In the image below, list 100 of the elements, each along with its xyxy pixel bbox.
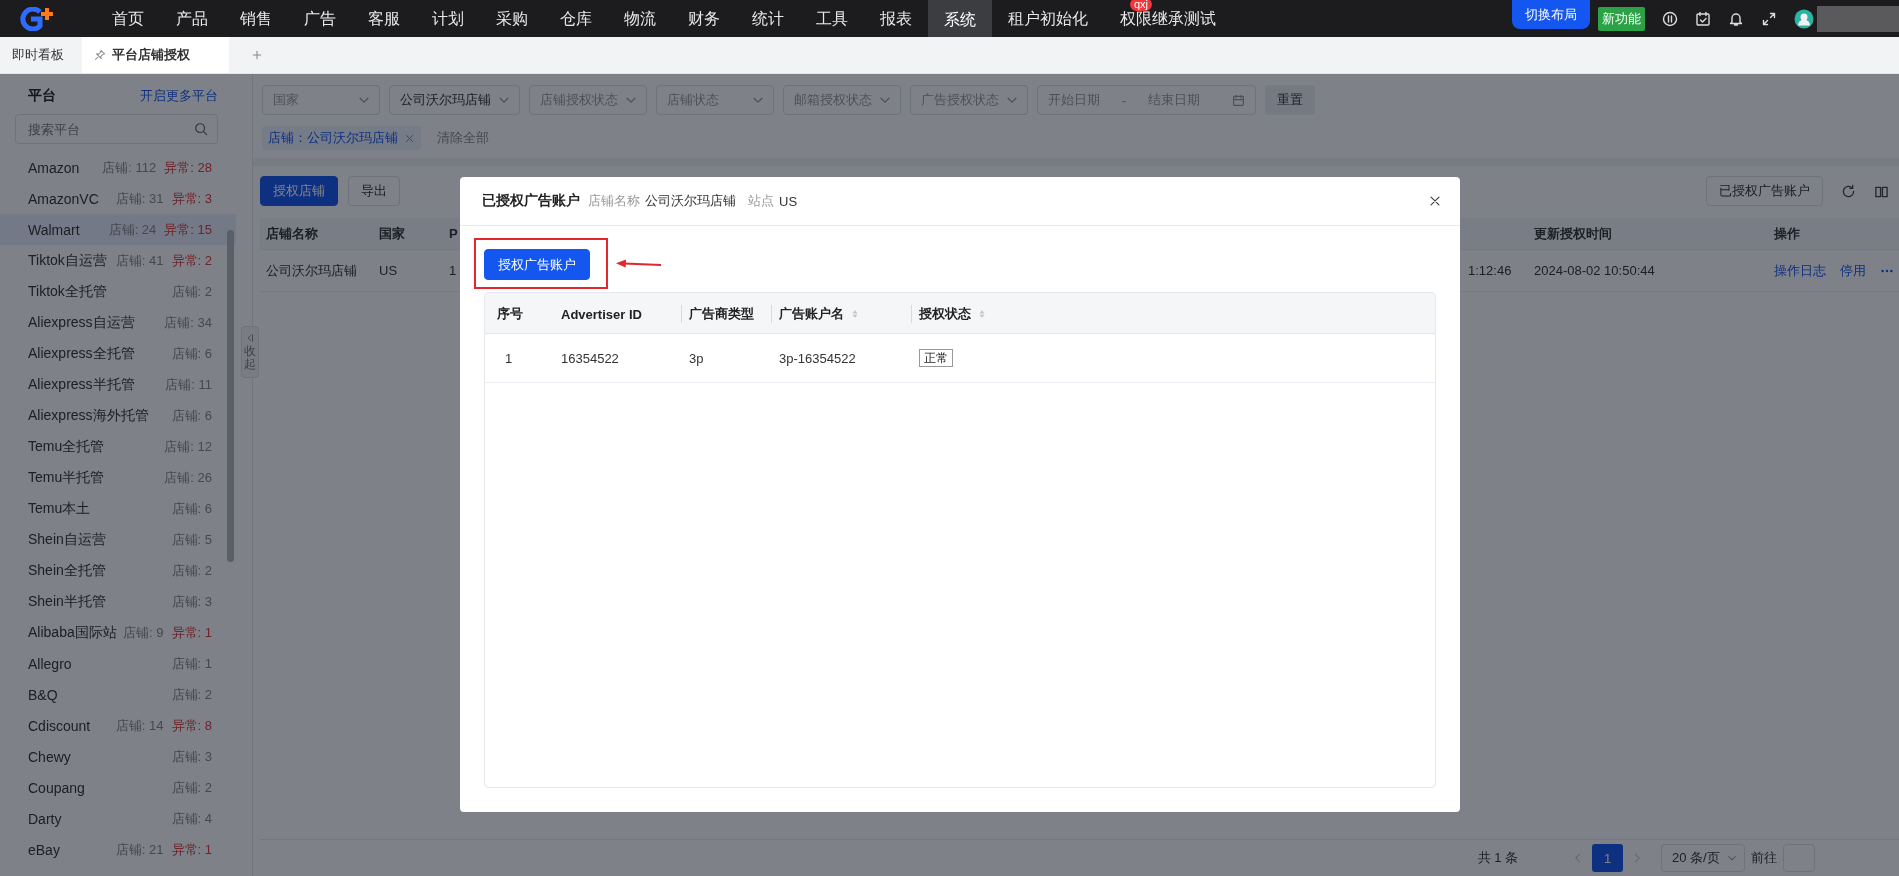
- goto-label: 前往: [1751, 849, 1777, 867]
- column-header: 国家: [379, 224, 405, 243]
- nav-menu-item[interactable]: 权限继承测试: [1104, 9, 1232, 28]
- table-cell: 公司沃尔玛店铺: [266, 261, 357, 280]
- close-icon[interactable]: [1428, 194, 1442, 208]
- export-button[interactable]: 导出: [348, 176, 400, 206]
- platform-name: Shein自运营: [28, 530, 106, 549]
- date-separator: -: [1122, 92, 1127, 108]
- platform-name: Aliexpress全托管: [28, 344, 135, 363]
- nav-menu-item[interactable]: 租户初始化: [992, 9, 1104, 28]
- plus-icon[interactable]: [251, 49, 263, 61]
- collapse-icon: [245, 333, 255, 343]
- platform-name: Temu半托管: [28, 468, 105, 487]
- page-tab[interactable]: 平台店铺授权: [82, 37, 229, 73]
- pin-icon[interactable]: [94, 49, 106, 61]
- column-header: 店铺名称: [266, 224, 318, 243]
- site-label: 站点: [748, 192, 774, 210]
- nav-menu-item[interactable]: 销售: [224, 9, 288, 28]
- table-cell: 1:12:46: [1468, 263, 1512, 278]
- total-count: 共 1 条: [1477, 849, 1518, 867]
- platform-name: Darty: [28, 810, 62, 827]
- logo-icon[interactable]: [18, 6, 56, 31]
- page-tab[interactable]: 即时看板: [0, 37, 76, 73]
- table-cell: 16354522: [561, 350, 619, 366]
- table-cell: 2024-08-02 10:50:44: [1534, 263, 1655, 278]
- nav-menu-item[interactable]: 统计: [736, 9, 800, 28]
- nav-menu-item[interactable]: 客服: [352, 9, 416, 28]
- column-header: Advertiser ID: [561, 306, 642, 322]
- reset-button[interactable]: 重置: [1265, 85, 1315, 115]
- column-header: 操作: [1774, 224, 1800, 243]
- column-header: 序号: [497, 305, 523, 323]
- nav-menu-item[interactable]: 物流: [608, 9, 672, 28]
- switch-layout-button[interactable]: 切换布局: [1512, 0, 1590, 29]
- enable-more-platforms-link[interactable]: 开启更多平台: [140, 87, 218, 105]
- new-feature-button[interactable]: 新功能: [1598, 6, 1645, 31]
- table-cell: 1: [449, 263, 457, 278]
- abnormal-count: 异常: 28: [164, 158, 212, 177]
- platform-name: Allegro: [28, 655, 72, 672]
- filter-tag-label: 店铺：公司沃尔玛店铺: [268, 129, 398, 147]
- calendar-icon: [1232, 93, 1245, 107]
- nav-menu-item[interactable]: 仓库: [544, 9, 608, 28]
- calendar-check-icon[interactable]: [1695, 10, 1711, 27]
- scrollbar-thumb[interactable]: [227, 230, 234, 562]
- platform-name: Tiktok全托管: [28, 282, 107, 301]
- status-tag: 正常: [919, 349, 953, 367]
- search-field[interactable]: 搜索平台: [15, 114, 218, 144]
- platform-name: Shein半托管: [28, 592, 106, 611]
- store-name: 公司沃尔玛店铺: [645, 192, 736, 210]
- nav-menu-item[interactable]: 采购: [480, 9, 544, 28]
- column-header: 授权状态: [919, 305, 971, 323]
- bell-icon[interactable]: [1728, 10, 1744, 27]
- nav-menu-item[interactable]: 产品: [160, 9, 224, 28]
- platform-name: Shein全托管: [28, 561, 106, 580]
- authorize-ad-account-button[interactable]: 授权广告账户: [484, 249, 590, 280]
- platform-name: Temu本土: [28, 499, 91, 518]
- avatar-icon[interactable]: [1794, 8, 1814, 29]
- platform-name: eBay: [28, 841, 60, 858]
- user-badge: qxj: [1130, 0, 1153, 11]
- nav-menu-item[interactable]: 工具: [800, 9, 864, 28]
- table-cell: 3p-16354522: [779, 350, 856, 366]
- table-cell: 3p: [689, 350, 704, 366]
- abnormal-count: 异常: 1: [171, 840, 212, 859]
- table-cell: US: [379, 263, 398, 278]
- page-size-select[interactable]: 20 条/页: [1661, 844, 1745, 872]
- platform-name: Tiktok自运营: [28, 251, 107, 270]
- action-link[interactable]: 停用: [1840, 261, 1866, 280]
- search-icon[interactable]: [194, 122, 208, 136]
- authorize-store-button[interactable]: 授权店铺: [260, 176, 338, 206]
- platform-name: B&Q: [28, 686, 58, 703]
- annotation-arrow: [616, 258, 662, 269]
- nav-menu-item[interactable]: 财务: [672, 9, 736, 28]
- platform-name: AmazonVC: [28, 190, 99, 207]
- select-field[interactable]: 公司沃尔玛店铺: [389, 85, 520, 115]
- platform-name: Aliexpress自运营: [28, 313, 135, 332]
- platform-name: Amazon: [28, 159, 80, 176]
- nav-menu-item[interactable]: 广告: [288, 9, 352, 28]
- platform-name: Cdiscount: [28, 717, 91, 734]
- abnormal-count: 异常: 3: [171, 189, 212, 208]
- page-number[interactable]: 1: [1592, 844, 1623, 872]
- abnormal-count: 异常: 15: [164, 220, 212, 239]
- refresh-icon[interactable]: [1841, 183, 1856, 199]
- platform-name: Temu全托管: [28, 437, 105, 456]
- authorized-ad-accounts-button[interactable]: 已授权广告账户: [1706, 176, 1823, 206]
- platform-name: Chewy: [28, 748, 71, 765]
- platform-name: Walmart: [28, 221, 80, 238]
- platform-name: Aliexpress海外托管: [28, 406, 149, 425]
- action-link[interactable]: 操作日志: [1774, 261, 1826, 280]
- column-header: 广告商类型: [689, 305, 754, 323]
- nav-menu-item[interactable]: 报表: [864, 9, 928, 28]
- modal-title: 已授权广告账户: [482, 192, 580, 210]
- abnormal-count: 异常: 1: [171, 623, 212, 642]
- nav-menu-item[interactable]: 系统: [928, 0, 992, 37]
- site-value: US: [779, 193, 798, 209]
- nav-menu-item[interactable]: 首页: [96, 9, 160, 28]
- nav-menu-item[interactable]: 计划: [416, 9, 480, 28]
- expand-icon[interactable]: [1761, 10, 1777, 27]
- table-cell: 1: [505, 350, 513, 366]
- platform-name: Aliexpress半托管: [28, 375, 135, 394]
- sidebar-title: 平台: [28, 87, 56, 105]
- column-header: 广告账户名: [779, 305, 844, 323]
